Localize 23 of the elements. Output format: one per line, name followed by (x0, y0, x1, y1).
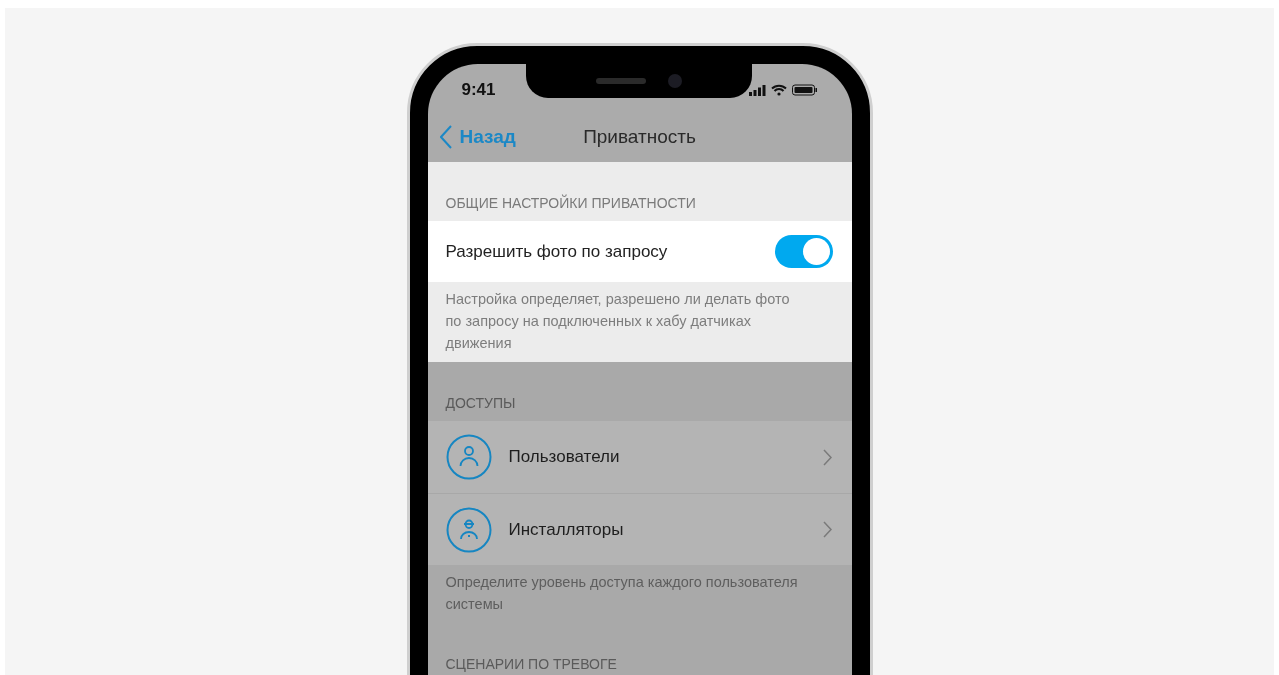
person-with-cap-icon (445, 506, 492, 553)
speaker-grille (595, 78, 646, 84)
section-description: Определите уровень доступа каждого пользователя системы (444, 573, 799, 614)
camera-lens (667, 74, 682, 88)
screen-title: Приватность (583, 124, 696, 149)
person-icon (445, 434, 492, 480)
list-item-label: Пользователи (508, 446, 621, 469)
section-description: Настройка определяет, разрешено ли делать фото по запросу на подключенных к хабу датчиках движения (444, 290, 791, 353)
wifi-icon (770, 84, 787, 96)
section-header: ОБЩИЕ НАСТРОЙКИ ПРИВАТНОСТИ (444, 193, 697, 213)
list-item-label: Инсталляторы (508, 518, 625, 541)
list-item[interactable]: Инсталляторы (427, 493, 852, 565)
toggle-switch[interactable] (774, 235, 833, 268)
section-header: ДОСТУПЫ (444, 394, 517, 413)
chevron-right-icon (822, 521, 832, 538)
status-time: 9:41 (461, 79, 496, 102)
battery-icon (791, 84, 818, 96)
chevron-right-icon (822, 448, 832, 466)
signal-icon (748, 84, 766, 96)
section-header: СЦЕНАРИИ ПО ТРЕВОГЕ (444, 655, 618, 674)
chevron-left-icon (439, 125, 452, 149)
list-item[interactable]: Пользователи (427, 421, 852, 493)
setting-label: Разрешить фото по запросу (445, 240, 668, 263)
